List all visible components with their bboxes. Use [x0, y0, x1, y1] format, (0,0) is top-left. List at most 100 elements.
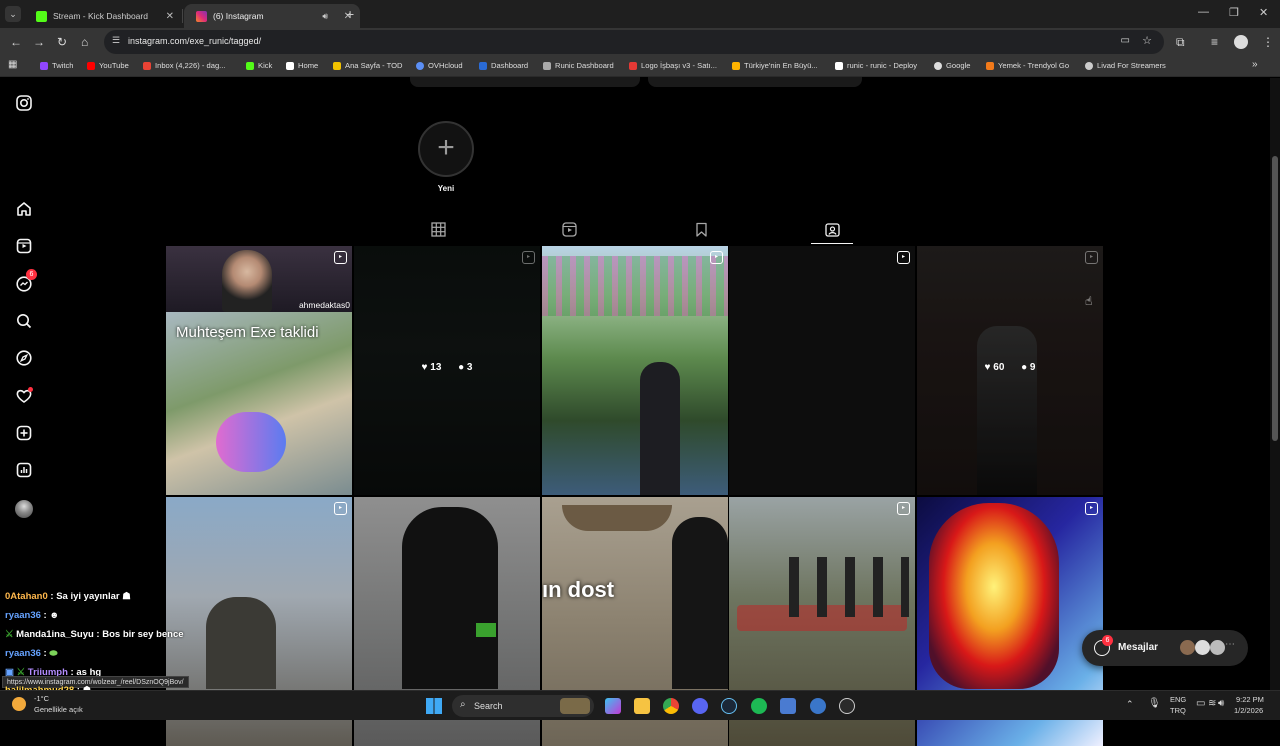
reload-icon[interactable]: ↻	[57, 35, 67, 49]
reading-list-icon[interactable]: ≡	[1211, 35, 1218, 49]
home-icon[interactable]	[14, 200, 34, 220]
speaker-icon[interactable]: 🔊︎	[322, 11, 328, 22]
bookmark-dashboard[interactable]: Dashboard	[479, 61, 528, 70]
tagged-post[interactable]: ▸	[542, 246, 728, 495]
bookmark-runic-deploy[interactable]: runic - runic - Deploy	[835, 61, 917, 70]
restore-icon[interactable]: ❐	[1229, 6, 1239, 19]
profile-avatar-icon[interactable]	[1234, 35, 1248, 49]
bookmark-trendyol[interactable]: Yemek - Trendyol Go	[986, 61, 1069, 70]
minimize-icon[interactable]: —	[1198, 6, 1209, 18]
microphone-icon[interactable]: 🎙︎	[1148, 698, 1161, 709]
tab-kick-dashboard[interactable]: Stream - Kick Dashboard ✕	[24, 4, 182, 28]
plus-icon: +	[437, 131, 455, 164]
bookmark-home[interactable]: Home	[286, 61, 318, 70]
new-tab-plus-icon[interactable]: +	[346, 6, 354, 22]
forward-arrow-icon[interactable]: →	[33, 35, 45, 49]
tray-overflow-icon[interactable]: ⌃	[1126, 699, 1134, 710]
twitch-icon	[40, 61, 48, 70]
bookmark-label: Logo İşbaşı v3 - Satı...	[641, 61, 717, 70]
bookmark-turkiye[interactable]: Türkiye'nin En Büyü...	[732, 61, 818, 70]
new-highlight-button[interactable]: +	[418, 121, 474, 177]
tab-search-icon[interactable]: ⌄	[5, 6, 21, 22]
instagram-logo-icon[interactable]	[14, 94, 34, 114]
character-figure	[216, 412, 286, 472]
dashboard-chart-icon[interactable]	[14, 461, 34, 481]
app-orb-icon[interactable]	[810, 698, 826, 714]
posts-grid-icon[interactable]	[430, 222, 446, 238]
spotify-icon[interactable]	[751, 698, 767, 714]
tab-instagram[interactable]: (6) Instagram 🔊︎ ✕	[184, 4, 360, 28]
reels-tab-icon[interactable]	[561, 222, 577, 238]
bookmark-logo-isbasi[interactable]: Logo İşbaşı v3 - Satı...	[629, 61, 717, 70]
page-scrollbar[interactable]	[1270, 78, 1280, 690]
messenger-icon[interactable]: 6	[14, 269, 37, 295]
tagged-post[interactable]: ♥ 13 ● 3 ▸	[354, 246, 540, 495]
copilot-icon[interactable]	[605, 698, 621, 714]
bookmark-ovhcloud[interactable]: OVHcloud	[416, 61, 463, 70]
profile-avatar[interactable]	[14, 499, 34, 519]
kick-icon	[246, 61, 254, 70]
explore-compass-icon[interactable]	[14, 349, 34, 369]
cast-icon[interactable]: ▭	[1121, 35, 1130, 46]
create-plus-icon[interactable]	[14, 424, 34, 444]
post-stats: ♥ 13 ● 3	[354, 362, 540, 373]
tagged-post[interactable]: ♥ 60 ● 9 ▸ ☝︎	[917, 246, 1103, 495]
discord-icon[interactable]	[692, 698, 708, 714]
reels-icon[interactable]	[14, 237, 34, 257]
bookmark-runic-dashboard[interactable]: Runic Dashboard	[543, 61, 614, 70]
bookmark-google[interactable]: Google	[934, 61, 971, 70]
file-explorer-icon[interactable]	[634, 698, 650, 714]
search-icon[interactable]	[14, 312, 34, 332]
bookmark-youtube[interactable]: YouTube	[87, 61, 129, 70]
bookmark-label: Dashboard	[491, 61, 529, 70]
back-arrow-icon[interactable]: ←	[10, 35, 22, 49]
bookmark-livad[interactable]: Livad For Streamers	[1085, 61, 1166, 70]
face-image	[929, 503, 1059, 689]
window-close-icon[interactable]: ✕	[1259, 6, 1268, 19]
windows-start-icon[interactable]	[426, 698, 442, 714]
volume-icon[interactable]: 🔊︎	[1218, 698, 1224, 709]
more-bookmarks-icon[interactable]: »	[1252, 59, 1258, 70]
search-icon: ⌕	[460, 699, 466, 710]
chrome-icon[interactable]	[663, 698, 679, 714]
saved-bookmark-icon[interactable]	[693, 222, 709, 238]
extensions-icon[interactable]: ⧉	[1176, 35, 1185, 50]
clock-date[interactable]: 1/2/2026	[1234, 706, 1263, 715]
tagged-person-icon[interactable]	[824, 222, 840, 238]
lang-top[interactable]: ENG	[1170, 695, 1186, 704]
tagged-post[interactable]: ahmedaktas0 Muhteşem Exe taklidi ▸	[166, 246, 352, 495]
close-icon[interactable]: ✕	[166, 11, 174, 22]
notifications-heart-icon[interactable]	[14, 387, 34, 407]
home-icon[interactable]: ⌂	[81, 35, 88, 49]
site-info-icon[interactable]: ☰	[112, 35, 120, 46]
messages-button[interactable]: 6 Mesajlar ⋯	[1082, 630, 1248, 666]
emote-icon: ☗	[119, 591, 131, 602]
wifi-icon[interactable]: ≋	[1208, 698, 1216, 709]
messages-label: Mesajlar	[1118, 642, 1159, 653]
chat-message: ⚔ Manda1ina_Suyu : Bos bir sey bence	[5, 629, 184, 640]
apps-grid-icon[interactable]: ▦	[8, 59, 17, 70]
tab-divider	[182, 9, 183, 23]
taskbar-search[interactable]: ⌕ Search	[452, 695, 594, 717]
bookmark-star-icon[interactable]: ☆	[1142, 34, 1152, 47]
notification-badge: 6	[26, 269, 37, 280]
obs-icon[interactable]	[839, 698, 855, 714]
more-menu-icon[interactable]: ⋮	[1262, 35, 1274, 49]
clock-time[interactable]: 9:22 PM	[1236, 695, 1264, 704]
bookmark-inbox[interactable]: Inbox (4,226) - dag...	[143, 61, 226, 70]
display-icon[interactable]: ▭	[1196, 698, 1205, 709]
bookmark-kick[interactable]: Kick	[246, 61, 272, 70]
avatar	[1210, 640, 1225, 655]
lang-bottom[interactable]: TRQ	[1170, 706, 1186, 715]
tagged-post[interactable]: ▸	[729, 246, 915, 495]
url-text[interactable]: instagram.com/exe_runic/tagged/	[128, 36, 261, 46]
app-g-icon[interactable]	[780, 698, 796, 714]
bookmark-twitch[interactable]: Twitch	[40, 61, 74, 70]
ovh-icon	[416, 61, 424, 70]
comments-count: 3	[466, 362, 473, 373]
steam-icon[interactable]	[721, 698, 737, 714]
address-bar[interactable]: ☰ instagram.com/exe_runic/tagged/ ▭ ☆	[104, 30, 1164, 54]
bookmark-ana-sayfa[interactable]: Ana Sayfa - TOD	[333, 61, 403, 70]
weather-icon[interactable]	[12, 697, 26, 711]
scrollbar-thumb[interactable]	[1272, 156, 1278, 441]
